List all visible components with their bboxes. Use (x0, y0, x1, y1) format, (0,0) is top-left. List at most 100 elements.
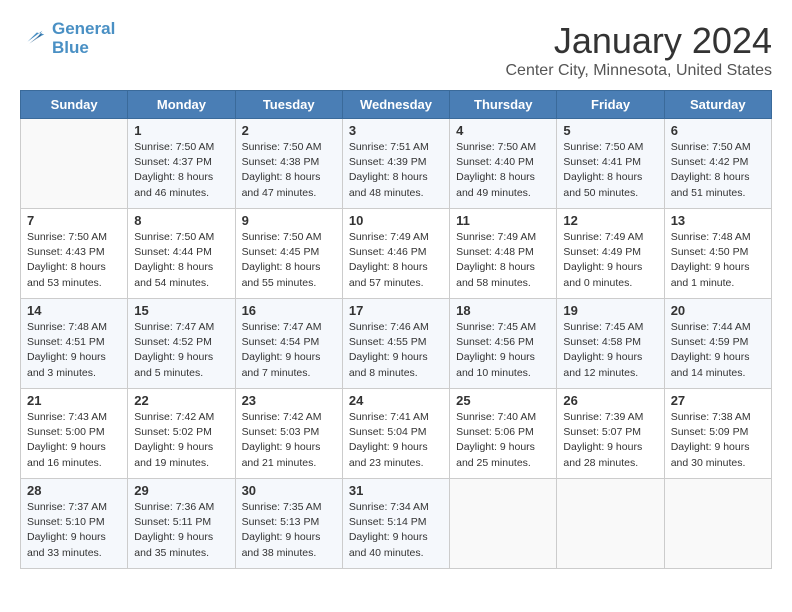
calendar-cell: 20 Sunrise: 7:44 AM Sunset: 4:59 PM Dayli… (664, 299, 771, 389)
day-info: Sunrise: 7:50 AM Sunset: 4:40 PM Dayligh… (456, 140, 550, 201)
calendar-cell: 28Sunrise: 7:37 AM Sunset: 5:10 PM Dayli… (21, 479, 128, 569)
day-number: 25 (456, 393, 550, 408)
day-info: Sunrise: 7:49 AM Sunset: 4:49 PM Dayligh… (563, 230, 657, 291)
day-info: Sunrise: 7:43 AM Sunset: 5:00 PM Dayligh… (27, 410, 121, 471)
day-info: Sunrise: 7:45 AM Sunset: 4:56 PM Dayligh… (456, 320, 550, 381)
day-number: 16 (242, 303, 336, 318)
day-number: 1 (134, 123, 228, 138)
weekday-header-friday: Friday (557, 91, 664, 119)
day-info: Sunrise: 7:49 AM Sunset: 4:46 PM Dayligh… (349, 230, 443, 291)
day-number: 12 (563, 213, 657, 228)
calendar-week-row: 28Sunrise: 7:37 AM Sunset: 5:10 PM Dayli… (21, 479, 772, 569)
calendar-cell: 2 Sunrise: 7:50 AM Sunset: 4:38 PM Daylig… (235, 119, 342, 209)
day-info: Sunrise: 7:48 AM Sunset: 4:51 PM Dayligh… (27, 320, 121, 381)
calendar-cell: 9Sunrise: 7:50 AM Sunset: 4:45 PM Daylig… (235, 209, 342, 299)
calendar-cell: 22Sunrise: 7:42 AM Sunset: 5:02 PM Dayli… (128, 389, 235, 479)
day-number: 17 (349, 303, 443, 318)
day-info: Sunrise: 7:49 AM Sunset: 4:48 PM Dayligh… (456, 230, 550, 291)
weekday-header-wednesday: Wednesday (342, 91, 449, 119)
day-info: Sunrise: 7:40 AM Sunset: 5:06 PM Dayligh… (456, 410, 550, 471)
calendar-cell: 7Sunrise: 7:50 AM Sunset: 4:43 PM Daylig… (21, 209, 128, 299)
calendar-cell: 26 Sunrise: 7:39 AM Sunset: 5:07 PM Dayli… (557, 389, 664, 479)
calendar-cell: 16 Sunrise: 7:47 AM Sunset: 4:54 PM Dayli… (235, 299, 342, 389)
weekday-header-monday: Monday (128, 91, 235, 119)
day-number: 2 (242, 123, 336, 138)
day-number: 14 (27, 303, 121, 318)
day-number: 4 (456, 123, 550, 138)
calendar-cell: 29 Sunrise: 7:36 AM Sunset: 5:11 PM Dayli… (128, 479, 235, 569)
day-number: 29 (134, 483, 228, 498)
title-block: January 2024 Center City, Minnesota, Uni… (506, 20, 773, 80)
calendar-week-row: 14 Sunrise: 7:48 AM Sunset: 4:51 PM Dayli… (21, 299, 772, 389)
calendar-cell: 30 Sunrise: 7:35 AM Sunset: 5:13 PM Dayli… (235, 479, 342, 569)
day-info: Sunrise: 7:47 AM Sunset: 4:54 PM Dayligh… (242, 320, 336, 381)
calendar-cell: 24Sunrise: 7:41 AM Sunset: 5:04 PM Dayli… (342, 389, 449, 479)
day-number: 3 (349, 123, 443, 138)
day-info: Sunrise: 7:50 AM Sunset: 4:37 PM Dayligh… (134, 140, 228, 201)
day-number: 8 (134, 213, 228, 228)
calendar-cell (450, 479, 557, 569)
day-number: 10 (349, 213, 443, 228)
logo-icon (20, 25, 48, 53)
calendar-cell: 31Sunrise: 7:34 AM Sunset: 5:14 PM Dayli… (342, 479, 449, 569)
day-number: 30 (242, 483, 336, 498)
calendar-cell: 18 Sunrise: 7:45 AM Sunset: 4:56 PM Dayli… (450, 299, 557, 389)
weekday-header-tuesday: Tuesday (235, 91, 342, 119)
calendar-subtitle: Center City, Minnesota, United States (506, 62, 773, 80)
calendar-cell: 23 Sunrise: 7:42 AM Sunset: 5:03 PM Dayli… (235, 389, 342, 479)
logo-text-general: General (52, 19, 115, 38)
calendar-cell (21, 119, 128, 209)
day-number: 20 (671, 303, 765, 318)
calendar-cell: 4 Sunrise: 7:50 AM Sunset: 4:40 PM Daylig… (450, 119, 557, 209)
calendar-cell: 6 Sunrise: 7:50 AM Sunset: 4:42 PM Daylig… (664, 119, 771, 209)
calendar-cell: 1 Sunrise: 7:50 AM Sunset: 4:37 PM Daylig… (128, 119, 235, 209)
day-number: 18 (456, 303, 550, 318)
calendar-cell: 19Sunrise: 7:45 AM Sunset: 4:58 PM Dayli… (557, 299, 664, 389)
day-info: Sunrise: 7:42 AM Sunset: 5:03 PM Dayligh… (242, 410, 336, 471)
day-info: Sunrise: 7:39 AM Sunset: 5:07 PM Dayligh… (563, 410, 657, 471)
calendar-cell: 15 Sunrise: 7:47 AM Sunset: 4:52 PM Dayli… (128, 299, 235, 389)
day-number: 6 (671, 123, 765, 138)
day-number: 19 (563, 303, 657, 318)
calendar-header: SundayMondayTuesdayWednesdayThursdayFrid… (21, 91, 772, 119)
day-info: Sunrise: 7:50 AM Sunset: 4:38 PM Dayligh… (242, 140, 336, 201)
day-info: Sunrise: 7:50 AM Sunset: 4:42 PM Dayligh… (671, 140, 765, 201)
calendar-cell: 25 Sunrise: 7:40 AM Sunset: 5:06 PM Dayli… (450, 389, 557, 479)
calendar-title: January 2024 (506, 20, 773, 62)
calendar-cell: 11 Sunrise: 7:49 AM Sunset: 4:48 PM Dayli… (450, 209, 557, 299)
calendar-table: SundayMondayTuesdayWednesdayThursdayFrid… (20, 90, 772, 569)
day-number: 5 (563, 123, 657, 138)
day-info: Sunrise: 7:37 AM Sunset: 5:10 PM Dayligh… (27, 500, 121, 561)
day-number: 23 (242, 393, 336, 408)
calendar-cell: 14 Sunrise: 7:48 AM Sunset: 4:51 PM Dayli… (21, 299, 128, 389)
weekday-header-sunday: Sunday (21, 91, 128, 119)
calendar-cell: 27Sunrise: 7:38 AM Sunset: 5:09 PM Dayli… (664, 389, 771, 479)
day-number: 22 (134, 393, 228, 408)
day-info: Sunrise: 7:46 AM Sunset: 4:55 PM Dayligh… (349, 320, 443, 381)
day-info: Sunrise: 7:47 AM Sunset: 4:52 PM Dayligh… (134, 320, 228, 381)
calendar-week-row: 7Sunrise: 7:50 AM Sunset: 4:43 PM Daylig… (21, 209, 772, 299)
calendar-cell: 8 Sunrise: 7:50 AM Sunset: 4:44 PM Daylig… (128, 209, 235, 299)
calendar-cell: 21 Sunrise: 7:43 AM Sunset: 5:00 PM Dayli… (21, 389, 128, 479)
day-info: Sunrise: 7:50 AM Sunset: 4:44 PM Dayligh… (134, 230, 228, 291)
day-number: 15 (134, 303, 228, 318)
day-number: 7 (27, 213, 121, 228)
calendar-week-row: 21 Sunrise: 7:43 AM Sunset: 5:00 PM Dayli… (21, 389, 772, 479)
page-header: General Blue January 2024 Center City, M… (20, 20, 772, 80)
day-number: 11 (456, 213, 550, 228)
calendar-cell (664, 479, 771, 569)
day-number: 31 (349, 483, 443, 498)
day-info: Sunrise: 7:35 AM Sunset: 5:13 PM Dayligh… (242, 500, 336, 561)
day-info: Sunrise: 7:44 AM Sunset: 4:59 PM Dayligh… (671, 320, 765, 381)
calendar-week-row: 1 Sunrise: 7:50 AM Sunset: 4:37 PM Daylig… (21, 119, 772, 209)
day-info: Sunrise: 7:48 AM Sunset: 4:50 PM Dayligh… (671, 230, 765, 291)
logo-text-blue: Blue (52, 39, 115, 58)
day-number: 26 (563, 393, 657, 408)
day-number: 21 (27, 393, 121, 408)
day-info: Sunrise: 7:36 AM Sunset: 5:11 PM Dayligh… (134, 500, 228, 561)
day-number: 27 (671, 393, 765, 408)
calendar-cell: 13Sunrise: 7:48 AM Sunset: 4:50 PM Dayli… (664, 209, 771, 299)
weekday-header-thursday: Thursday (450, 91, 557, 119)
day-info: Sunrise: 7:41 AM Sunset: 5:04 PM Dayligh… (349, 410, 443, 471)
calendar-cell: 10 Sunrise: 7:49 AM Sunset: 4:46 PM Dayli… (342, 209, 449, 299)
